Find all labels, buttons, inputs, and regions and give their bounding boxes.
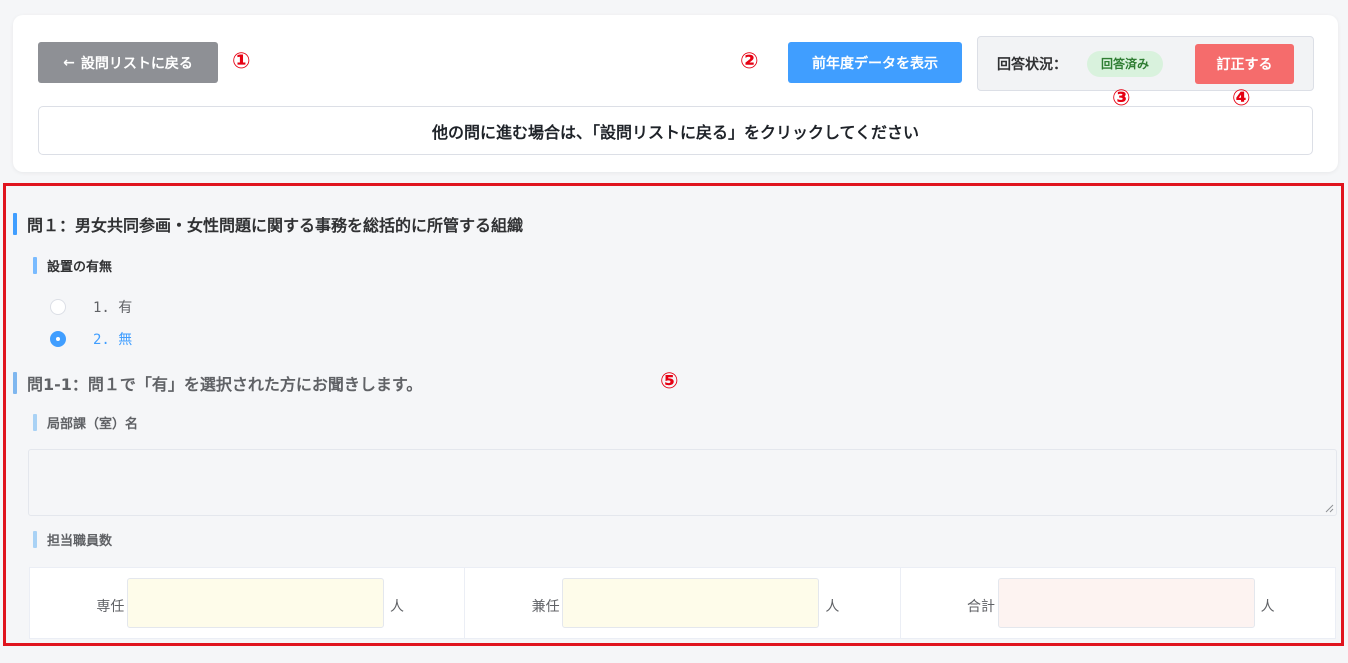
back-to-list-label: 設問リストに戻る [80,55,193,72]
installation-label: 設置の有無 [33,256,112,275]
installation-label-text: 設置の有無 [47,260,113,275]
radio-label-yes: 1. 有 [93,300,133,316]
question-1-1-title-text: 問1-1：問１で「有」を選択された方にお聞きします。 [27,375,423,394]
title-bar [13,213,17,235]
concurrent-label: 兼任 [531,599,560,615]
fulltime-input[interactable] [127,578,384,628]
navigation-notice: 他の問に進む場合は、「設問リストに戻る」をクリックしてください [38,106,1313,155]
staff-cell-fulltime: 専任 人 [30,568,466,638]
resize-grip-icon[interactable] [1324,503,1334,513]
radio-label-no: 2. 無 [93,332,133,348]
radio-circle-no[interactable] [50,331,66,347]
marker-2: ② [740,49,759,74]
concurrent-unit: 人 [825,599,840,615]
staff-count-label-text: 担当職員数 [47,534,113,549]
correct-button[interactable]: 訂正する [1195,44,1294,84]
label-bar [33,414,37,431]
title-bar [13,372,17,394]
label-bar [33,531,37,548]
status-badge: 回答済み [1087,51,1164,77]
show-prev-year-button[interactable]: 前年度データを表示 [788,42,962,83]
fulltime-label: 専任 [96,599,125,615]
dept-name-textarea[interactable] [28,449,1337,516]
total-input[interactable] [997,578,1255,628]
radio-option-yes[interactable]: 1. 有 [50,297,132,317]
header-card: ← 設問リストに戻る 前年度データを表示 回答状況： 回答済み 訂正する 他の問… [13,15,1338,172]
question-1-1-title: 問1-1：問１で「有」を選択された方にお聞きします。 [13,371,422,395]
radio-circle-yes[interactable] [50,299,66,315]
total-label: 合計 [966,599,995,615]
question-1-title-text: 問１：男女共同参画・女性問題に関する事務を総括的に所管する組織 [27,216,524,235]
arrow-left-icon: ← [63,54,75,71]
marker-1: ① [232,49,251,74]
question-1-title: 問１：男女共同参画・女性問題に関する事務を総括的に所管する組織 [13,212,523,236]
total-unit: 人 [1260,599,1275,615]
concurrent-input[interactable] [562,578,820,628]
answer-status-box: 回答状況： 回答済み 訂正する [977,36,1314,91]
marker-4: ④ [1232,86,1251,111]
staff-count-label: 担当職員数 [33,530,112,549]
fulltime-unit: 人 [390,599,404,615]
answer-status-label: 回答状況： [997,57,1067,73]
back-to-list-button[interactable]: ← 設問リストに戻る [38,42,218,83]
dept-name-label: 局部課（室）名 [33,413,138,432]
marker-3: ③ [1112,86,1131,111]
staff-cell-parttime: 兼任 人 [465,568,901,638]
marker-5: ⑤ [660,369,679,394]
radio-option-no[interactable]: 2. 無 [50,329,132,349]
label-bar [33,257,37,274]
staff-count-table: 専任 人 兼任 人 合計 人 [29,567,1336,639]
dept-name-label-text: 局部課（室）名 [47,417,139,432]
staff-cell-total: 合計 人 [901,568,1335,638]
